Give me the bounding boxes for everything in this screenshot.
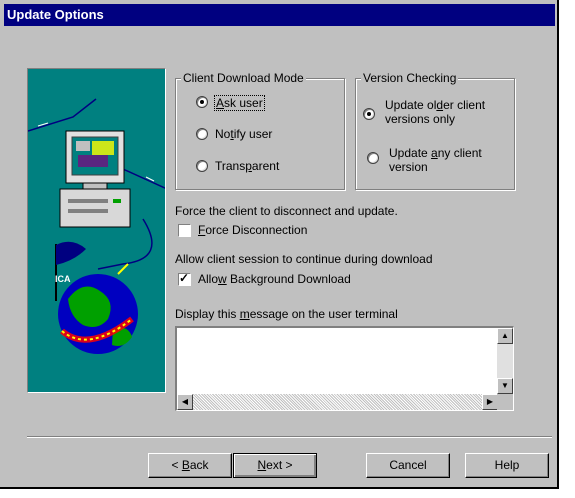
mnemonic-char: p <box>245 159 252 173</box>
computer-globe-illustration <box>28 98 165 354</box>
scroll-right-button[interactable]: ▶ <box>482 394 498 410</box>
force-disconnection-checkbox[interactable] <box>178 224 191 237</box>
mnemonic-char: m <box>239 307 250 321</box>
label-part: Update ol <box>385 98 437 112</box>
horizontal-scrollbar[interactable]: ◀ ▶ <box>177 394 498 410</box>
notify-user-label[interactable]: Notify user <box>215 127 272 141</box>
illustration-panel: ICA <box>27 68 166 393</box>
radio-dot-icon <box>367 112 371 116</box>
vertical-scrollbar[interactable]: ▲ ▼ <box>497 328 513 394</box>
transparent-label[interactable]: Transparent <box>215 159 279 173</box>
label-part: ext > <box>266 458 293 472</box>
update-options-dialog: Update Options ICA Client Download Mode … <box>0 0 559 489</box>
scroll-down-button[interactable]: ▼ <box>497 378 513 394</box>
label-part: Allo <box>198 272 219 286</box>
update-any-version-radio[interactable] <box>367 152 379 164</box>
scroll-left-button[interactable]: ◀ <box>177 394 193 410</box>
label-part: ack <box>189 458 209 472</box>
background-description: Allow client session to continue during … <box>175 252 433 266</box>
check-mark-icon: ✓ <box>179 271 190 285</box>
version-checking-legend: Version Checking <box>361 71 459 85</box>
title-bar: Update Options <box>4 4 555 26</box>
label-part: Background Download <box>226 272 351 286</box>
label-part: versions only <box>385 112 456 126</box>
next-button[interactable]: Next > <box>233 453 317 478</box>
mnemonic-char: B <box>181 458 190 472</box>
label-part: ny client <box>437 146 482 160</box>
back-button[interactable]: < Back <box>148 453 232 478</box>
label-part: Display this <box>175 307 240 321</box>
client-download-mode-legend: Client Download Mode <box>181 71 306 85</box>
transparent-radio[interactable] <box>196 160 208 172</box>
update-any-version-label[interactable]: Update any client version <box>389 146 482 174</box>
label-part: arent <box>251 159 280 173</box>
help-button[interactable]: Help <box>465 453 549 478</box>
label-part: orce Disconnection <box>205 223 308 237</box>
notify-user-radio[interactable] <box>196 128 208 140</box>
background-download-checkbox[interactable]: ✓ <box>178 271 191 286</box>
message-label: Display this message on the user termina… <box>175 307 398 321</box>
message-textarea[interactable]: ▲ ▼ ◀ ▶ <box>175 326 514 411</box>
label-part: essage on the user terminal <box>249 307 398 321</box>
label-part: er client <box>443 98 486 112</box>
cancel-button[interactable]: Cancel <box>366 453 450 478</box>
label-part: < <box>171 458 182 472</box>
label-part: Update <box>389 146 432 160</box>
mnemonic-char: N <box>257 458 267 472</box>
ica-badge-label: ICA <box>55 274 71 284</box>
ask-user-label[interactable]: Ask user <box>214 95 265 111</box>
force-disconnection-label[interactable]: Force Disconnection <box>198 223 307 237</box>
ask-user-radio[interactable] <box>196 96 208 108</box>
scroll-up-button[interactable]: ▲ <box>497 328 513 344</box>
update-older-versions-radio[interactable] <box>363 108 375 120</box>
background-download-label[interactable]: Allow Background Download <box>198 272 351 286</box>
label-part: No <box>215 127 231 141</box>
label-part: version <box>389 160 428 174</box>
mnemonic-char: A <box>216 96 225 110</box>
label-part: Trans <box>215 159 246 173</box>
force-description: Force the client to disconnect and updat… <box>175 204 398 218</box>
scrollbar-corner <box>497 394 513 410</box>
mnemonic-char: a <box>431 146 438 160</box>
separator-line <box>27 436 552 438</box>
label-part: sk user <box>224 96 263 110</box>
label-part: ify user <box>233 127 273 141</box>
window-title: Update Options <box>7 7 104 22</box>
update-older-versions-label[interactable]: Update older client versions only <box>385 98 485 126</box>
mnemonic-char: w <box>218 272 227 286</box>
radio-dot-icon <box>200 100 204 104</box>
